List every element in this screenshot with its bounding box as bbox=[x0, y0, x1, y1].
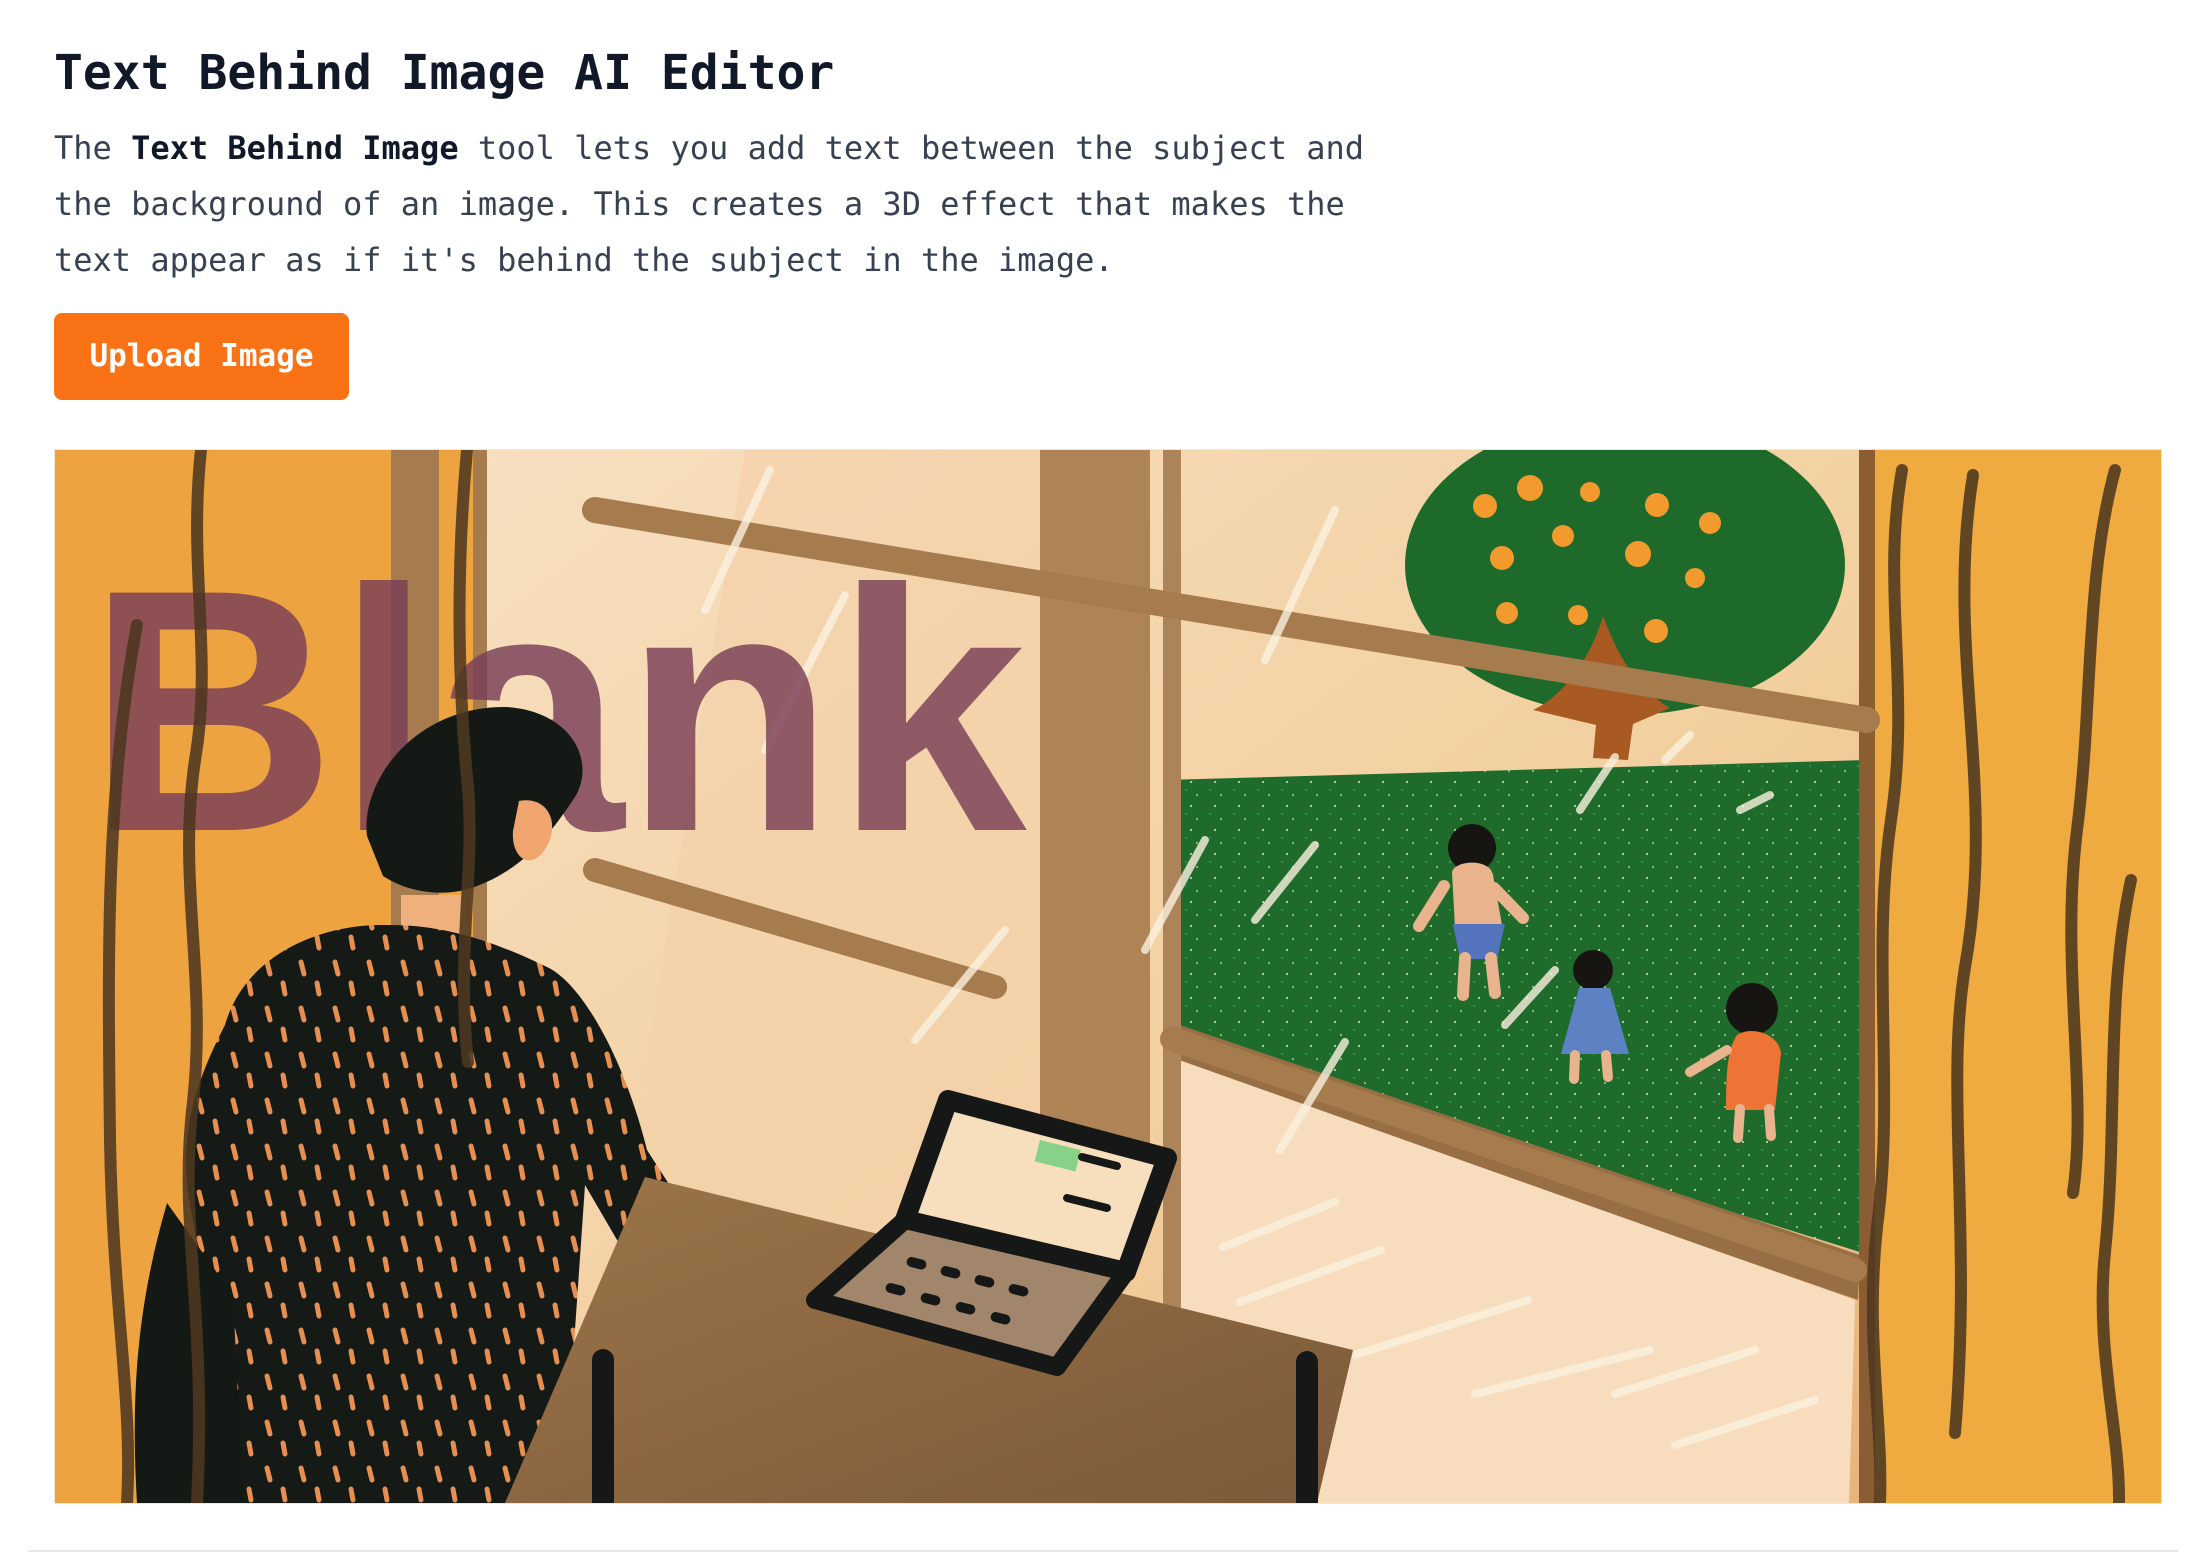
description-prefix: The bbox=[54, 129, 132, 167]
image-editor-canvas[interactable]: Blank bbox=[54, 449, 2162, 1504]
page-title: Text Behind Image AI Editor bbox=[54, 45, 835, 101]
uploaded-illustration: Blank bbox=[55, 450, 2161, 1503]
upload-image-button[interactable]: Upload Image bbox=[54, 313, 349, 400]
behind-text-blank: Blank bbox=[87, 519, 1029, 904]
description-highlight: Text Behind Image bbox=[131, 129, 459, 167]
tool-description: The Text Behind Image tool lets you add … bbox=[54, 120, 1394, 288]
text-behind-image-page: Text Behind Image AI Editor The Text Beh… bbox=[0, 0, 2192, 1552]
